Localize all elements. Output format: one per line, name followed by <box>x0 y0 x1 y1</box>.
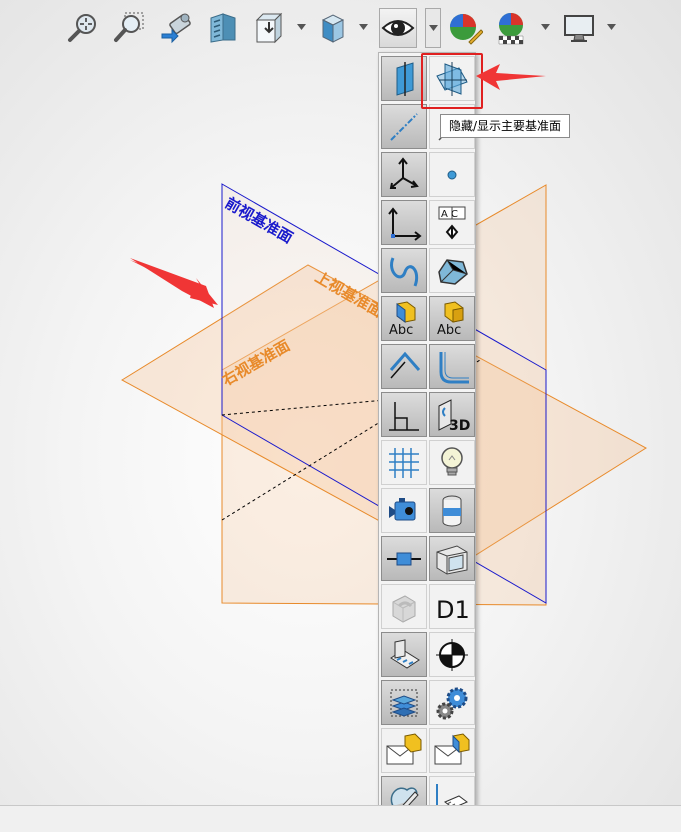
view-settings-dropdown[interactable] <box>606 22 616 32</box>
view-envelopes-button[interactable] <box>429 728 475 773</box>
view-weld-beads-button[interactable] <box>429 344 475 389</box>
view-structure-system-button[interactable] <box>381 680 427 725</box>
view-lights-button[interactable] <box>429 440 475 485</box>
light-bulb-icon <box>441 446 463 475</box>
eye-icon <box>381 20 415 36</box>
coordinate-system-icon <box>389 156 419 189</box>
hide-show-items-dropdown[interactable] <box>425 8 441 48</box>
abc-text: Abc <box>389 323 413 338</box>
view-dimension-names-button[interactable]: Abc <box>429 296 475 341</box>
view-orientation-button[interactable] <box>250 8 288 48</box>
chevron-down-icon <box>428 25 438 31</box>
section-view-icon <box>210 13 236 43</box>
dimension-icon <box>389 351 421 378</box>
view-routing-points-button[interactable] <box>381 536 427 581</box>
view-cameras-button[interactable] <box>381 488 427 533</box>
center-of-mass-icon <box>436 638 468 671</box>
chevron-down-icon <box>358 24 368 30</box>
zoom-to-fit-button[interactable] <box>64 8 102 48</box>
view-markups-button[interactable] <box>381 728 427 773</box>
d1-text: D1 <box>436 596 470 624</box>
point-icon <box>447 170 457 179</box>
axis-icon <box>390 112 418 141</box>
monitor-icon <box>564 15 594 42</box>
annotation-ac-text: A C <box>441 209 458 220</box>
display-style-icon <box>321 14 345 43</box>
display-style-button[interactable] <box>314 8 352 48</box>
plane-icon <box>396 61 414 96</box>
view-axes-button[interactable] <box>381 104 427 149</box>
hide-show-items-button[interactable] <box>379 8 417 48</box>
3d-sketch-icon: 3D <box>438 398 470 434</box>
red-pointer-arrow <box>476 64 546 90</box>
3d-text: 3D <box>449 418 470 434</box>
previous-view-button[interactable] <box>158 8 196 48</box>
view-settings-button[interactable] <box>560 8 598 48</box>
surface-icon <box>438 258 468 285</box>
view-live-section-planes-button[interactable] <box>429 536 475 581</box>
edit-appearance-button[interactable] <box>446 8 484 48</box>
view-curves-button[interactable] <box>381 248 427 293</box>
chevron-down-icon <box>296 24 306 30</box>
view-grid-button[interactable] <box>381 440 427 485</box>
connection-point-icon <box>387 552 421 565</box>
view-sketches-button[interactable] <box>381 392 427 437</box>
view-dimension-xpert-button[interactable]: D1 <box>429 584 475 629</box>
layer-stack-icon <box>390 689 418 717</box>
grid-icon <box>389 447 419 478</box>
view-mechanisms-button[interactable] <box>429 680 475 725</box>
previous-view-icon <box>161 13 191 44</box>
zoom-to-area-icon <box>114 12 144 42</box>
red-arrow-icon <box>130 258 214 308</box>
curve-icon <box>390 256 419 287</box>
view-orientation-dropdown[interactable] <box>296 22 306 32</box>
apply-scene-icon <box>498 13 524 45</box>
fillet-icon <box>439 351 469 383</box>
view-sketch-relations-button[interactable]: Abc <box>381 296 427 341</box>
display-style-dropdown[interactable] <box>358 22 368 32</box>
bottom-status-strip <box>0 805 681 832</box>
apply-scene-button[interactable] <box>492 8 530 48</box>
cylinder-icon <box>442 495 462 526</box>
view-center-of-mass-button[interactable] <box>429 632 475 677</box>
chevron-down-icon <box>540 24 550 30</box>
mold-icon <box>390 638 420 669</box>
camera-icon <box>389 497 416 520</box>
view-3d-sketch-planes-button[interactable]: 3D <box>429 392 475 437</box>
section-view-button[interactable] <box>204 8 242 48</box>
datum-planes-scene: 前视基准面 上视基准面 右视基准面 <box>121 183 647 606</box>
view-sketch-surfaces-button[interactable] <box>429 248 475 293</box>
hide-show-items-flyout: A C Abc Abc 3D D1 <box>378 52 476 824</box>
origin-icon <box>388 206 422 241</box>
view-coordinate-systems-button[interactable] <box>381 152 427 197</box>
view-annotation-links-button[interactable]: A C <box>429 200 475 245</box>
apply-scene-dropdown[interactable] <box>540 22 550 32</box>
annotation-icon: A C <box>438 206 466 240</box>
envelope-part-icon <box>386 732 422 764</box>
view-orientation-icon <box>255 12 283 44</box>
zoom-to-fit-icon <box>68 14 96 42</box>
d1-icon: D1 <box>436 596 470 624</box>
edit-appearance-icon <box>450 14 483 45</box>
view-points-button[interactable] <box>429 152 475 197</box>
envelope-part-icon <box>434 732 470 764</box>
red-arrow-icon <box>476 64 546 90</box>
zoom-to-area-button[interactable] <box>110 8 148 48</box>
part-label-icon: Abc <box>389 300 416 338</box>
section-box-icon <box>436 544 468 575</box>
view-sensors-button[interactable] <box>381 632 427 677</box>
graphics-viewport[interactable]: 前视基准面 上视基准面 右视基准面 <box>0 0 681 831</box>
abc-text: Abc <box>437 323 461 338</box>
chevron-down-icon <box>606 24 616 30</box>
tooltip: 隐藏/显示主要基准面 <box>440 114 571 138</box>
view-decals-button[interactable] <box>429 488 475 533</box>
part-label-icon: Abc <box>437 300 464 338</box>
sketch-icon <box>389 401 419 431</box>
view-hidden-components-button[interactable] <box>381 584 427 629</box>
gears-icon <box>436 687 468 719</box>
view-origins-button[interactable] <box>381 200 427 245</box>
heads-up-view-toolbar <box>0 0 681 56</box>
view-sketch-dimensions-button[interactable] <box>381 344 427 389</box>
hidden-part-icon <box>392 594 416 623</box>
